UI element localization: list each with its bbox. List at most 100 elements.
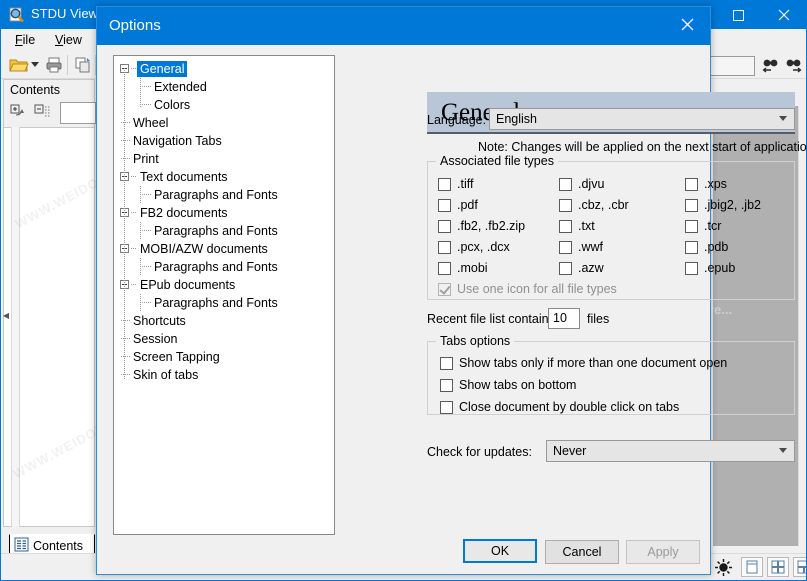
file-type-checkbox-mobi[interactable]: .mobi	[438, 260, 488, 276]
checkbox-icon[interactable]	[440, 378, 453, 392]
menu-view[interactable]: View	[47, 32, 90, 49]
tree-connector	[131, 68, 137, 69]
checkbox-icon[interactable]	[438, 282, 451, 296]
tree-item-paragraphs-and-fonts[interactable]: Paragraphs and Fonts	[114, 258, 334, 276]
recent-files-input[interactable]: 10	[548, 308, 580, 329]
contents-scrollbar[interactable]	[11, 127, 20, 527]
file-type-checkbox-tcr[interactable]: .tcr	[685, 218, 721, 234]
tree-branch	[140, 78, 141, 108]
contents-panel-tools	[3, 101, 96, 127]
file-type-checkbox-txt[interactable]: .txt	[559, 218, 595, 234]
ok-button-label: OK	[490, 544, 510, 558]
file-type-checkbox-pdb[interactable]: .pdb	[685, 239, 728, 255]
tree-item-general[interactable]: General	[114, 60, 334, 78]
tree-item-paragraphs-and-fonts[interactable]: Paragraphs and Fonts	[114, 186, 334, 204]
tree-connector	[121, 320, 130, 321]
file-type-checkbox-azw[interactable]: .azw	[559, 260, 604, 276]
dialog-close-button[interactable]	[664, 7, 710, 45]
tree-item-shortcuts[interactable]: Shortcuts	[114, 312, 334, 330]
contents-search-input[interactable]	[60, 102, 96, 124]
tabs-option-checkbox-1[interactable]: Show tabs only if more than one document…	[440, 355, 727, 371]
file-type-checkbox-fb2-fb2-zip[interactable]: .fb2, .fb2.zip	[438, 218, 525, 234]
file-type-checkbox-wwf[interactable]: .wwf	[559, 239, 603, 255]
tree-connector	[121, 140, 130, 141]
maximize-button[interactable]	[715, 1, 761, 29]
close-button[interactable]	[761, 1, 806, 29]
collapse-all-icon[interactable]	[34, 104, 52, 125]
file-type-checkbox-jbig2-jb2[interactable]: .jbig2, .jb2	[685, 197, 761, 213]
checkbox-icon[interactable]	[559, 240, 572, 254]
checkbox-icon[interactable]	[438, 198, 451, 212]
expand-all-icon[interactable]	[10, 104, 28, 125]
tabs-option-checkbox-3[interactable]: Close document by double click on tabs	[440, 399, 679, 415]
tree-connector	[140, 86, 151, 87]
print-icon[interactable]	[45, 56, 63, 77]
checkbox-icon[interactable]	[685, 177, 698, 191]
file-type-checkbox-xps[interactable]: .xps	[685, 176, 727, 192]
file-type-checkbox-pcx-dcx[interactable]: .pcx, .dcx	[438, 239, 510, 255]
checkbox-icon[interactable]	[685, 240, 698, 254]
checkbox-icon[interactable]	[440, 356, 453, 370]
tree-item-print[interactable]: Print	[114, 150, 334, 168]
checkbox-icon[interactable]	[440, 400, 453, 414]
tree-item-mobi-azw-documents[interactable]: MOBI/AZW documents	[114, 240, 334, 258]
facing-pages-view-icon[interactable]	[793, 557, 806, 577]
tree-item-epub-documents[interactable]: EPub documents	[114, 276, 334, 294]
checkbox-icon[interactable]	[438, 219, 451, 233]
checkbox-icon[interactable]	[438, 177, 451, 191]
tabs-option-checkbox-2[interactable]: Show tabs on bottom	[440, 377, 576, 393]
tree-item-extended[interactable]: Extended	[114, 78, 334, 96]
tree-branch	[140, 186, 141, 204]
file-type-checkbox-epub[interactable]: .epub	[685, 260, 735, 276]
find-previous-icon[interactable]	[761, 57, 779, 75]
tree-item-navigation-tabs[interactable]: Navigation Tabs	[114, 132, 334, 150]
tree-item-paragraphs-and-fonts[interactable]: Paragraphs and Fonts	[114, 222, 334, 240]
tree-item-fb2-documents[interactable]: FB2 documents	[114, 204, 334, 222]
recent-files-value: 10	[553, 311, 567, 325]
checkbox-icon[interactable]	[685, 219, 698, 233]
copy-icon[interactable]	[74, 56, 92, 77]
checkbox-icon[interactable]	[559, 198, 572, 212]
tree-item-colors[interactable]: Colors	[114, 96, 334, 114]
cancel-button[interactable]: Cancel	[545, 540, 619, 564]
language-select[interactable]: English	[489, 108, 795, 130]
tree-connector	[140, 194, 151, 195]
chevron-down-icon	[779, 448, 787, 453]
brightness-icon[interactable]	[714, 558, 733, 580]
open-file-icon[interactable]	[9, 56, 29, 77]
checkbox-icon[interactable]	[559, 177, 572, 191]
tree-item-paragraphs-and-fonts[interactable]: Paragraphs and Fonts	[114, 294, 334, 312]
checkbox-icon[interactable]	[438, 240, 451, 254]
document-scrollbar[interactable]	[798, 106, 806, 546]
checkbox-icon[interactable]	[685, 261, 698, 275]
continuous-facing-view-icon[interactable]	[767, 557, 789, 577]
file-type-checkbox-djvu[interactable]: .djvu	[559, 176, 604, 192]
tree-item-label: MOBI/AZW documents	[140, 242, 268, 256]
tree-item-session[interactable]: Session	[114, 330, 334, 348]
checkbox-icon[interactable]	[438, 261, 451, 275]
checkbox-icon[interactable]	[685, 198, 698, 212]
check-updates-select[interactable]: Never	[546, 440, 795, 462]
file-type-checkbox-pdf[interactable]: .pdf	[438, 197, 478, 213]
single-page-view-icon[interactable]	[741, 557, 763, 577]
tree-item-skin-of-tabs[interactable]: Skin of tabs	[114, 366, 334, 384]
use-one-icon-checkbox[interactable]: Use one icon for all file types	[438, 281, 617, 297]
contents-panel-header: Contents	[3, 79, 95, 101]
file-type-checkbox-cbz-cbr[interactable]: .cbz, .cbr	[559, 197, 629, 213]
tree-connector	[121, 356, 130, 357]
find-next-icon[interactable]	[784, 57, 802, 75]
open-dropdown-icon[interactable]	[31, 62, 39, 67]
tree-trunk	[124, 68, 125, 380]
menu-file[interactable]: File	[7, 32, 43, 49]
tree-item-text-documents[interactable]: Text documents	[114, 168, 334, 186]
collapse-sidebar-arrow-icon[interactable]: ◀	[2, 306, 10, 324]
checkbox-icon[interactable]	[559, 219, 572, 233]
settings-tree[interactable]: General Extended Colors Wheel Navigation Tab…	[113, 55, 335, 535]
apply-button[interactable]: Apply	[626, 540, 700, 564]
tree-item-label: Shortcuts	[133, 314, 186, 328]
tree-item-wheel[interactable]: Wheel	[114, 114, 334, 132]
ok-button[interactable]: OK	[463, 539, 537, 563]
file-type-checkbox-tiff[interactable]: .tiff	[438, 176, 473, 192]
checkbox-icon[interactable]	[559, 261, 572, 275]
tree-item-screen-tapping[interactable]: Screen Tapping	[114, 348, 334, 366]
